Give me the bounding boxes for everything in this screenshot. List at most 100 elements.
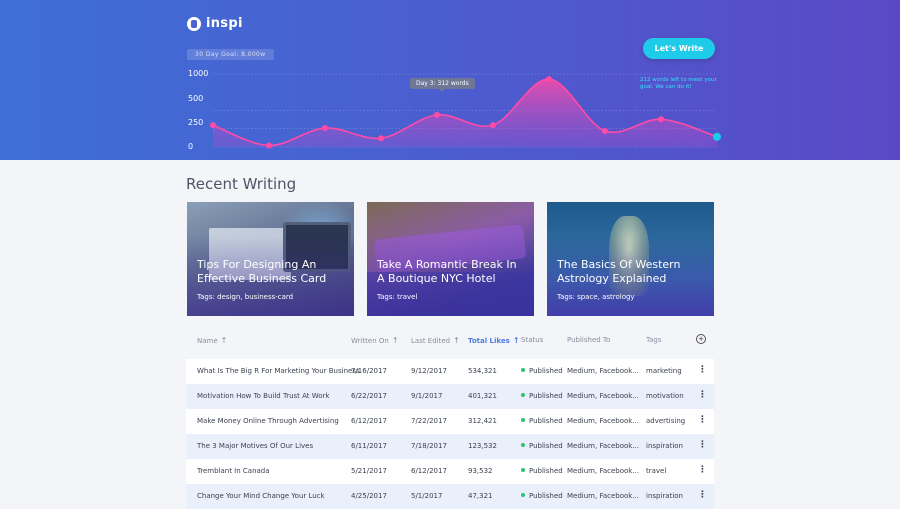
article-card[interactable]: The Basics Of Western Astrology Explaine… bbox=[547, 202, 714, 316]
cell-last-edited: 7/18/2017 bbox=[411, 442, 447, 450]
status-dot-icon bbox=[521, 493, 525, 497]
cell-published-to: Medium, Facebook... bbox=[567, 492, 640, 500]
data-point-current[interactable] bbox=[713, 132, 721, 141]
more-options-icon[interactable]: ⋮ bbox=[698, 440, 707, 450]
y-tick-label: 0 bbox=[188, 142, 194, 151]
article-card[interactable]: Tips For Designing An Effective Business… bbox=[187, 202, 354, 316]
cell-status: Published bbox=[521, 367, 563, 375]
cell-tags: motivation bbox=[646, 392, 684, 400]
cell-written-on: 7/16/2017 bbox=[351, 367, 387, 375]
table-row[interactable]: Tremblant In Canada 5/21/2017 6/12/2017 … bbox=[186, 459, 714, 484]
column-header-name[interactable]: Name ↑ bbox=[197, 336, 227, 345]
more-options-icon[interactable]: ⋮ bbox=[698, 490, 707, 500]
data-point[interactable] bbox=[322, 125, 328, 132]
table-body: What Is The Big R For Marketing Your Bus… bbox=[186, 359, 714, 509]
cell-total-likes: 534,321 bbox=[468, 367, 497, 375]
cell-published-to: Medium, Facebook... bbox=[567, 467, 640, 475]
card-title: Take A Romantic Break In A Boutique NYC … bbox=[377, 258, 517, 285]
cell-written-on: 6/22/2017 bbox=[351, 392, 387, 400]
writing-table: Name ↑ Written On ↑ Last Edited ↑ Total Lik… bbox=[186, 330, 714, 509]
more-options-icon[interactable]: ⋮ bbox=[698, 390, 707, 400]
y-tick-label: 500 bbox=[188, 94, 204, 103]
cell-tags: inspiration bbox=[646, 492, 683, 500]
status-dot-icon bbox=[521, 368, 525, 372]
cell-name: Motivation How To Build Trust At Work bbox=[197, 392, 330, 400]
cell-total-likes: 312,421 bbox=[468, 417, 497, 425]
cell-last-edited: 6/12/2017 bbox=[411, 467, 447, 475]
y-tick-label: 1000 bbox=[188, 69, 209, 78]
cell-status: Published bbox=[521, 417, 563, 425]
cell-tags: marketing bbox=[646, 367, 682, 375]
cell-last-edited: 9/12/2017 bbox=[411, 367, 447, 375]
table-row[interactable]: Motivation How To Build Trust At Work 6/… bbox=[186, 384, 714, 409]
cell-tags: inspiration bbox=[646, 442, 683, 450]
cell-published-to: Medium, Facebook... bbox=[567, 417, 640, 425]
cell-name: The 3 Major Motives Of Our Lives bbox=[197, 442, 314, 450]
cell-written-on: 6/11/2017 bbox=[351, 442, 387, 450]
cell-published-to: Medium, Facebook... bbox=[567, 392, 640, 400]
table-row[interactable]: Make Money Online Through Advertising 6/… bbox=[186, 409, 714, 434]
more-options-icon[interactable]: ⋮ bbox=[698, 365, 707, 375]
cell-name: Make Money Online Through Advertising bbox=[197, 417, 339, 425]
cell-tags: advertising bbox=[646, 417, 686, 425]
cell-published-to: Medium, Facebook... bbox=[567, 442, 640, 450]
column-header-written-on[interactable]: Written On ↑ bbox=[351, 336, 399, 345]
column-header-status[interactable]: Status bbox=[521, 336, 543, 344]
cell-total-likes: 47,321 bbox=[468, 492, 493, 500]
card-title: Tips For Designing An Effective Business… bbox=[197, 258, 327, 285]
chart-tooltip: Day 3: 312 words bbox=[410, 78, 475, 92]
data-point[interactable] bbox=[490, 122, 496, 129]
article-card[interactable]: Take A Romantic Break In A Boutique NYC … bbox=[367, 202, 534, 316]
cell-total-likes: 93,532 bbox=[468, 467, 493, 475]
data-point[interactable] bbox=[378, 135, 384, 142]
cell-name: Change Your Mind Change Your Luck bbox=[197, 492, 325, 500]
sort-arrow-icon: ↑ bbox=[512, 336, 520, 345]
sort-arrow-icon: ↑ bbox=[453, 336, 460, 345]
card-tags: Tags: space, astrology bbox=[557, 293, 635, 301]
data-point[interactable] bbox=[602, 127, 608, 134]
more-options-icon[interactable]: ⋮ bbox=[698, 415, 707, 425]
add-column-icon[interactable]: + bbox=[696, 334, 706, 344]
cell-total-likes: 123,532 bbox=[468, 442, 497, 450]
cell-status: Published bbox=[521, 442, 563, 450]
cell-last-edited: 9/1/2017 bbox=[411, 392, 443, 400]
card-title: The Basics Of Western Astrology Explaine… bbox=[557, 258, 681, 285]
sort-arrow-icon: ↑ bbox=[391, 336, 399, 345]
table-row[interactable]: What Is The Big R For Marketing Your Bus… bbox=[186, 359, 714, 384]
more-options-icon[interactable]: ⋮ bbox=[698, 465, 707, 475]
section-title: Recent Writing bbox=[186, 175, 297, 193]
status-dot-icon bbox=[521, 393, 525, 397]
cell-status: Published bbox=[521, 492, 563, 500]
data-point[interactable] bbox=[210, 122, 216, 129]
cell-status: Published bbox=[521, 467, 563, 475]
card-tags: Tags: design, business-card bbox=[197, 293, 294, 301]
cell-last-edited: 7/22/2017 bbox=[411, 417, 447, 425]
data-point[interactable] bbox=[266, 142, 272, 149]
cell-total-likes: 401,321 bbox=[468, 392, 497, 400]
data-point[interactable] bbox=[546, 76, 552, 83]
status-dot-icon bbox=[521, 443, 525, 447]
cell-written-on: 6/12/2017 bbox=[351, 417, 387, 425]
data-point[interactable] bbox=[658, 116, 664, 123]
column-header-published-to[interactable]: Published To bbox=[567, 336, 610, 344]
card-tags: Tags: travel bbox=[377, 293, 418, 301]
column-header-tags[interactable]: Tags bbox=[646, 336, 662, 344]
cell-name: What Is The Big R For Marketing Your Bus… bbox=[197, 367, 360, 375]
table-row[interactable]: The 3 Major Motives Of Our Lives 6/11/20… bbox=[186, 434, 714, 459]
cell-last-edited: 5/1/2017 bbox=[411, 492, 443, 500]
sort-arrow-icon: ↑ bbox=[220, 336, 228, 345]
table-row[interactable]: Change Your Mind Change Your Luck 4/25/2… bbox=[186, 484, 714, 509]
cell-written-on: 5/21/2017 bbox=[351, 467, 387, 475]
column-header-last-edited[interactable]: Last Edited ↑ bbox=[411, 336, 460, 345]
cell-published-to: Medium, Facebook... bbox=[567, 367, 640, 375]
goal-note: 212 words left to meet your goal. We can… bbox=[640, 77, 717, 91]
y-tick-label: 250 bbox=[188, 118, 204, 127]
cell-written-on: 4/25/2017 bbox=[351, 492, 387, 500]
cell-name: Tremblant In Canada bbox=[197, 467, 270, 475]
data-point[interactable] bbox=[434, 111, 440, 118]
status-dot-icon bbox=[521, 418, 525, 422]
column-header-total-likes[interactable]: Total Likes ↑ bbox=[468, 336, 520, 345]
status-dot-icon bbox=[521, 468, 525, 472]
cell-tags: travel bbox=[646, 467, 667, 475]
table-header: Name ↑ Written On ↑ Last Edited ↑ Total Lik… bbox=[186, 330, 714, 352]
